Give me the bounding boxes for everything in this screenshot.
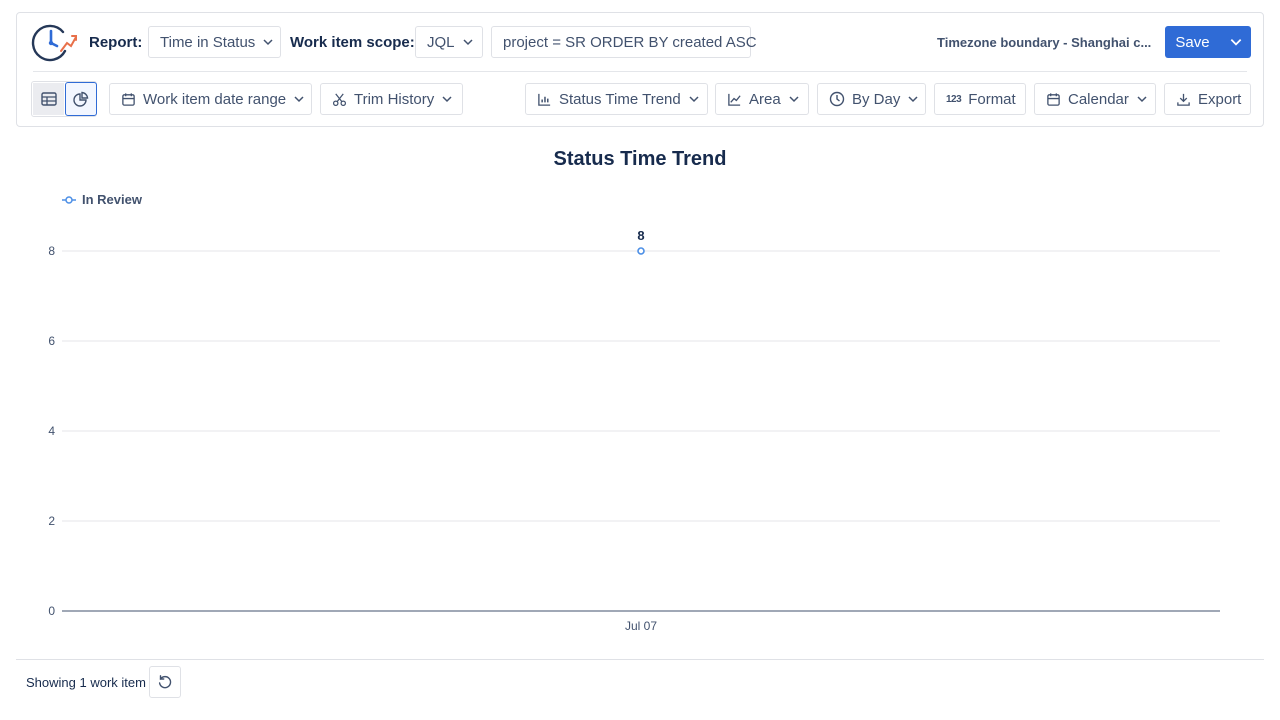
- y-tick-label: 8: [48, 244, 55, 258]
- y-tick-label: 0: [48, 604, 55, 618]
- refresh-button[interactable]: [149, 666, 181, 698]
- y-tick-label: 4: [48, 424, 55, 438]
- chart-plot-area: 0 2 4 6 8 Jul 07 8: [48, 228, 1220, 633]
- refresh-icon: [158, 675, 172, 689]
- work-item-count: Showing 1 work item: [26, 675, 146, 690]
- y-tick-label: 6: [48, 334, 55, 348]
- footer-divider: [16, 659, 1264, 660]
- data-point: [637, 247, 645, 255]
- y-tick-label: 2: [48, 514, 55, 528]
- x-tick-label: Jul 07: [625, 619, 657, 633]
- data-label: 8: [637, 228, 644, 243]
